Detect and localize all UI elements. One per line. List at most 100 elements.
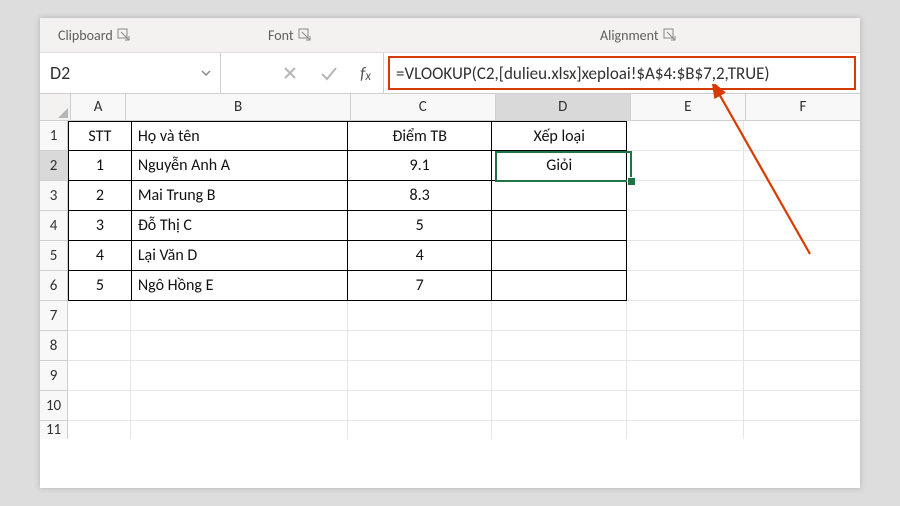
name-box-value: D2: [50, 62, 70, 84]
chevron-down-icon[interactable]: [200, 62, 212, 84]
cell[interactable]: 1: [68, 151, 132, 181]
col-header-E[interactable]: E: [631, 94, 746, 120]
cell[interactable]: [348, 361, 492, 391]
cell[interactable]: 5: [348, 211, 492, 241]
cell[interactable]: [68, 421, 131, 439]
cell[interactable]: [68, 391, 131, 421]
row-header[interactable]: 10: [40, 391, 68, 421]
cell[interactable]: [68, 361, 131, 391]
cancel-icon[interactable]: [282, 65, 298, 81]
cell[interactable]: [131, 361, 348, 391]
col-header-A[interactable]: A: [71, 94, 127, 120]
cell[interactable]: [744, 331, 860, 361]
cell[interactable]: Đỗ Thị C: [132, 211, 348, 241]
cell[interactable]: Ngô Hồng E: [132, 271, 348, 301]
cell[interactable]: [492, 331, 627, 361]
cell[interactable]: [744, 151, 860, 181]
row-header[interactable]: 5: [40, 241, 68, 271]
cell[interactable]: [627, 331, 744, 361]
cell[interactable]: [744, 421, 860, 439]
cell[interactable]: [744, 391, 860, 421]
cell[interactable]: [744, 241, 860, 271]
ribbon-alignment-label: Alignment: [600, 27, 659, 44]
cell[interactable]: [627, 121, 744, 151]
cell[interactable]: 4: [348, 241, 492, 271]
table-row: 11: [40, 421, 860, 439]
cell[interactable]: [492, 361, 627, 391]
cell[interactable]: 2: [68, 181, 132, 211]
cell[interactable]: [492, 421, 627, 439]
cell[interactable]: [492, 211, 627, 241]
cell[interactable]: [131, 331, 348, 361]
row-header[interactable]: 6: [40, 271, 68, 301]
cell[interactable]: 3: [68, 211, 132, 241]
cell[interactable]: [131, 421, 348, 439]
cell[interactable]: 7: [348, 271, 492, 301]
cell[interactable]: [627, 241, 744, 271]
cell[interactable]: [131, 391, 348, 421]
cell[interactable]: Xếp loại: [492, 121, 627, 151]
cell-grid: 1 STT Họ và tên Điểm TB Xếp loại 2 1 Ngu…: [40, 121, 860, 439]
col-header-C[interactable]: C: [351, 94, 496, 120]
enter-icon[interactable]: [320, 65, 338, 81]
cell[interactable]: [131, 301, 348, 331]
row-header[interactable]: 8: [40, 331, 68, 361]
dialog-launcher-icon[interactable]: [117, 28, 131, 42]
cell[interactable]: 8.3: [348, 181, 492, 211]
cell[interactable]: [627, 361, 744, 391]
dialog-launcher-icon[interactable]: [298, 28, 312, 42]
cell[interactable]: [68, 301, 131, 331]
cell[interactable]: [492, 241, 627, 271]
cell[interactable]: [348, 301, 492, 331]
select-all-corner[interactable]: [40, 94, 71, 120]
cell[interactable]: [348, 391, 492, 421]
cell[interactable]: [744, 361, 860, 391]
cell[interactable]: [627, 151, 744, 181]
row-header[interactable]: 9: [40, 361, 68, 391]
cell[interactable]: Mai Trung B: [132, 181, 348, 211]
cell[interactable]: [68, 331, 131, 361]
cell[interactable]: [744, 271, 860, 301]
cell[interactable]: [627, 421, 744, 439]
row-header[interactable]: 1: [40, 121, 68, 151]
cell[interactable]: [627, 301, 744, 331]
cell[interactable]: [744, 181, 860, 211]
cell[interactable]: [627, 181, 744, 211]
cell[interactable]: [744, 301, 860, 331]
cell[interactable]: [492, 391, 627, 421]
cell[interactable]: Họ và tên: [132, 121, 348, 151]
cell[interactable]: STT: [68, 121, 132, 151]
cell[interactable]: [492, 271, 627, 301]
col-header-D[interactable]: D: [496, 94, 631, 120]
formula-input[interactable]: =VLOOKUP(C2,[dulieu.xlsx]xeploai!$A$4:$B…: [388, 56, 856, 90]
col-header-F[interactable]: F: [746, 94, 860, 120]
cell[interactable]: 5: [68, 271, 132, 301]
cell[interactable]: [744, 121, 860, 151]
cell[interactable]: [627, 211, 744, 241]
col-header-B[interactable]: B: [126, 94, 350, 120]
cell[interactable]: 9.1: [348, 151, 492, 181]
cell[interactable]: Nguyễn Anh A: [132, 151, 348, 181]
dialog-launcher-icon[interactable]: [663, 28, 677, 42]
table-row: 6 5 Ngô Hồng E 7: [40, 271, 860, 301]
cell[interactable]: 4: [68, 241, 132, 271]
formula-bar: D2 fx =VLOOKUP(C2,[dulieu.xlsx]xeploai!$…: [40, 53, 860, 94]
row-header[interactable]: 2: [40, 151, 68, 181]
name-box[interactable]: D2: [40, 53, 221, 93]
row-header[interactable]: 3: [40, 181, 68, 211]
row-header[interactable]: 11: [40, 421, 68, 439]
row-header[interactable]: 4: [40, 211, 68, 241]
row-header[interactable]: 7: [40, 301, 68, 331]
cell[interactable]: [627, 391, 744, 421]
cell[interactable]: [744, 211, 860, 241]
fx-icon[interactable]: fx: [360, 63, 371, 84]
cell[interactable]: [627, 271, 744, 301]
cell[interactable]: [348, 331, 492, 361]
cell[interactable]: Điểm TB: [348, 121, 492, 151]
formula-text: =VLOOKUP(C2,[dulieu.xlsx]xeploai!$A$4:$B…: [396, 63, 770, 84]
cell[interactable]: [492, 301, 627, 331]
cell[interactable]: Lại Văn D: [132, 241, 348, 271]
cell[interactable]: [492, 181, 627, 211]
cell-active[interactable]: Giỏi: [492, 151, 627, 181]
cell[interactable]: [348, 421, 492, 439]
